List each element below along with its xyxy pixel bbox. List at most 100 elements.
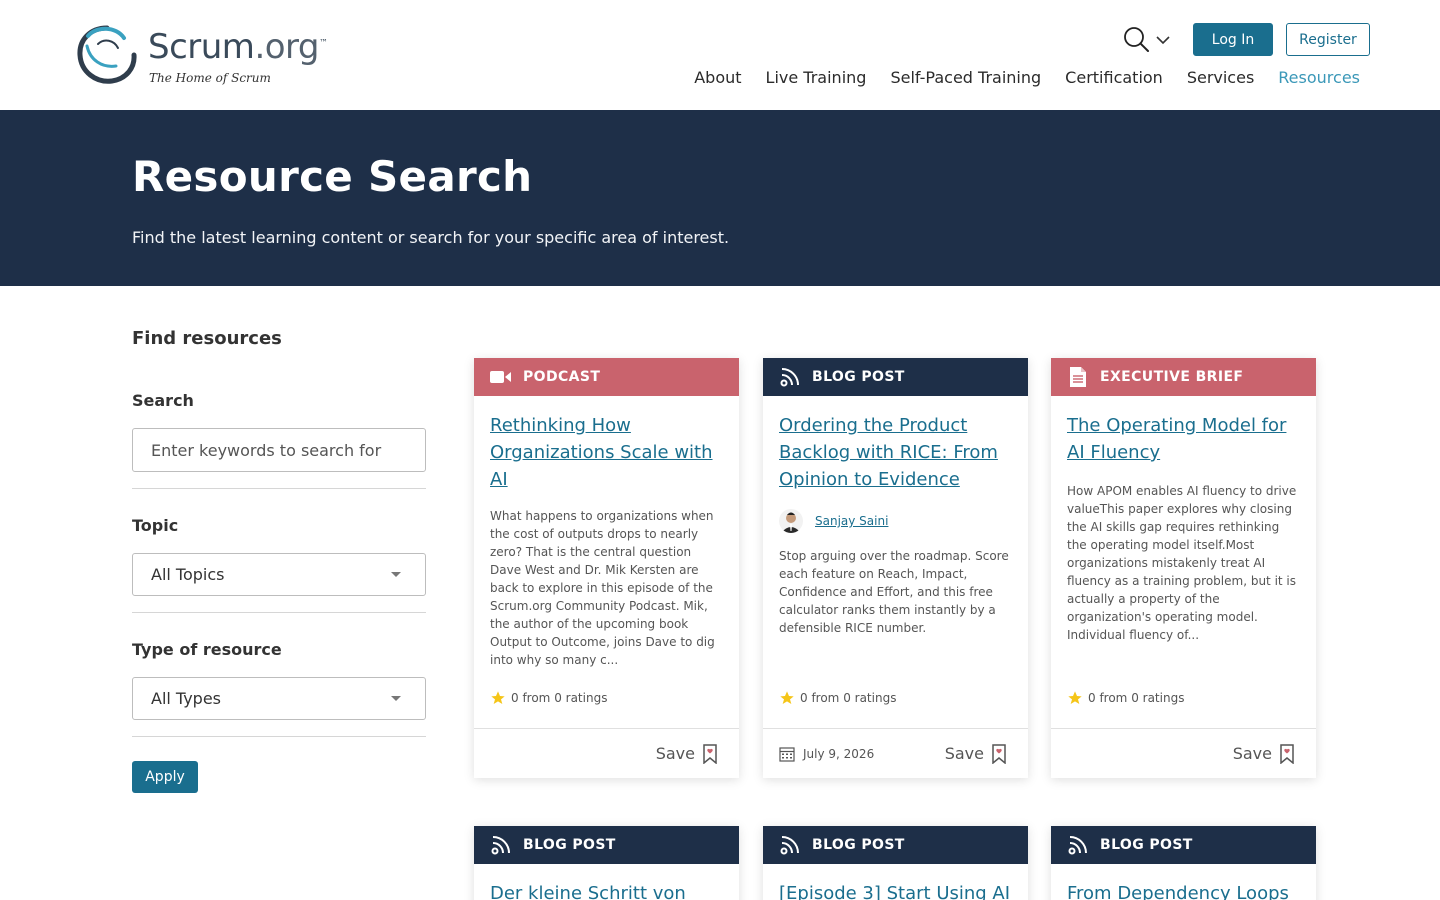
card-type-header: EXECUTIVE BRIEF [1051, 358, 1316, 396]
sidebar-title: Find resources [132, 328, 282, 349]
author-link[interactable]: Sanjay Saini [815, 514, 888, 528]
card-body: Rethinking How Organizations Scale with … [474, 396, 739, 728]
resource-card: BLOG POST Der kleine Schritt von [474, 826, 739, 900]
search-icon [1124, 26, 1149, 52]
save-button[interactable]: Save [944, 743, 1006, 764]
star-icon [780, 691, 794, 704]
nav-self-paced-training[interactable]: Self-Paced Training [890, 68, 1041, 87]
divider [132, 736, 426, 737]
type-label: Type of resource [132, 640, 282, 659]
card-type-header: BLOG POST [474, 826, 739, 864]
card-type-label: BLOG POST [812, 837, 905, 853]
login-button[interactable]: Log In [1193, 23, 1273, 56]
card-title-link[interactable]: Rethinking How Organizations Scale with … [490, 412, 723, 493]
register-button[interactable]: Register [1286, 23, 1370, 56]
rating-text: 0 from 0 ratings [1088, 691, 1185, 705]
card-description: Stop arguing over the roadmap. Score eac… [779, 549, 1009, 635]
video-camera-icon [490, 366, 512, 388]
card-title-link[interactable]: From Dependency Loops [1051, 864, 1316, 900]
search-label: Search [132, 391, 194, 410]
resource-card: EXECUTIVE BRIEF The Operating Model for … [1051, 358, 1316, 778]
rss-icon [779, 366, 801, 388]
star-icon [1068, 691, 1082, 704]
resource-card: PODCAST Rethinking How Organizations Sca… [474, 358, 739, 778]
card-title-link[interactable]: Der kleine Schritt von [474, 864, 739, 900]
card-rating: 0 from 0 ratings [1067, 690, 1184, 706]
save-label: Save [655, 744, 695, 763]
type-select[interactable]: All Types [132, 677, 426, 720]
topic-label: Topic [132, 516, 179, 535]
card-description: How APOM enables AI fluency to drive val… [1067, 484, 1297, 642]
header-actions: Log In Register [1123, 23, 1370, 56]
divider [132, 612, 426, 613]
page-subtitle: Find the latest learning content or sear… [132, 228, 730, 247]
rss-icon [490, 834, 512, 856]
hero-banner: Resource Search Find the latest learning… [0, 110, 1440, 286]
card-rating: 0 from 0 ratings [779, 690, 896, 706]
bookmark-icon [703, 743, 717, 764]
logo-swirl-icon [77, 25, 137, 84]
logo-wordmark: Scrum.org™ [148, 27, 328, 67]
date-text: July 9, 2026 [803, 746, 875, 761]
chevron-down-icon [1156, 35, 1170, 44]
card-title-link[interactable]: Ordering the Product Backlog with RICE: … [779, 412, 1012, 493]
card-date: July 9, 2026 [779, 746, 874, 762]
site-header: Scrum.org™ The Home of Scrum Log In Regi… [0, 0, 1440, 110]
card-title-link[interactable]: The Operating Model for AI Fluency [1067, 412, 1300, 466]
nav-resources[interactable]: Resources [1278, 68, 1360, 87]
type-select-value: All Types [151, 689, 222, 708]
card-author: Sanjay Saini [779, 509, 1012, 533]
search-toggle[interactable] [1123, 26, 1171, 54]
card-footer: July 9, 2026 Save [763, 728, 1028, 778]
document-icon [1067, 366, 1089, 388]
resource-card: BLOG POST Ordering the Product Backlog w… [763, 358, 1028, 778]
card-body: The Operating Model for AI Fluency How A… [1051, 396, 1316, 728]
resource-card: BLOG POST [Episode 3] Start Using AI [763, 826, 1028, 900]
topic-select[interactable]: All Topics [132, 553, 426, 596]
card-description: What happens to organizations when the c… [490, 509, 715, 667]
resource-card: BLOG POST From Dependency Loops [1051, 826, 1316, 900]
nav-services[interactable]: Services [1187, 68, 1254, 87]
save-label: Save [944, 744, 984, 763]
main-content: Find resources Search Topic All Topics T… [0, 286, 1440, 900]
main-nav: About Live Training Self-Paced Training … [670, 68, 1360, 87]
card-type-header: BLOG POST [1051, 826, 1316, 864]
caret-down-icon [391, 696, 401, 701]
nav-about[interactable]: About [694, 68, 741, 87]
avatar [779, 509, 803, 533]
page-title: Resource Search [132, 152, 533, 201]
scrum-logo[interactable]: Scrum.org™ The Home of Scrum [74, 22, 334, 90]
bookmark-icon [992, 743, 1006, 764]
save-button[interactable]: Save [655, 743, 717, 764]
logo-tagline: The Home of Scrum [149, 71, 271, 85]
card-type-label: EXECUTIVE BRIEF [1100, 369, 1244, 385]
divider [132, 488, 426, 489]
bookmark-icon [1280, 743, 1294, 764]
caret-down-icon [391, 572, 401, 577]
rating-text: 0 from 0 ratings [800, 691, 897, 705]
card-type-header: BLOG POST [763, 358, 1028, 396]
card-title-link[interactable]: [Episode 3] Start Using AI [763, 864, 1028, 900]
card-type-header: BLOG POST [763, 826, 1028, 864]
card-type-label: PODCAST [523, 369, 601, 385]
card-type-label: BLOG POST [1100, 837, 1193, 853]
card-footer: Save [474, 728, 739, 778]
card-body: Ordering the Product Backlog with RICE: … [763, 396, 1028, 728]
apply-button[interactable]: Apply [132, 761, 198, 793]
card-footer: Save [1051, 728, 1316, 778]
save-button[interactable]: Save [1232, 743, 1294, 764]
rating-text: 0 from 0 ratings [511, 691, 608, 705]
card-type-header: PODCAST [474, 358, 739, 396]
nav-live-training[interactable]: Live Training [766, 68, 867, 87]
save-label: Save [1232, 744, 1272, 763]
topic-select-value: All Topics [151, 565, 225, 584]
card-type-label: BLOG POST [523, 837, 616, 853]
calendar-icon [779, 746, 795, 762]
rss-icon [779, 834, 801, 856]
nav-certification[interactable]: Certification [1065, 68, 1163, 87]
search-input[interactable] [132, 428, 426, 472]
card-type-label: BLOG POST [812, 369, 905, 385]
star-icon [491, 691, 505, 704]
card-rating: 0 from 0 ratings [490, 690, 607, 706]
rss-icon [1067, 834, 1089, 856]
